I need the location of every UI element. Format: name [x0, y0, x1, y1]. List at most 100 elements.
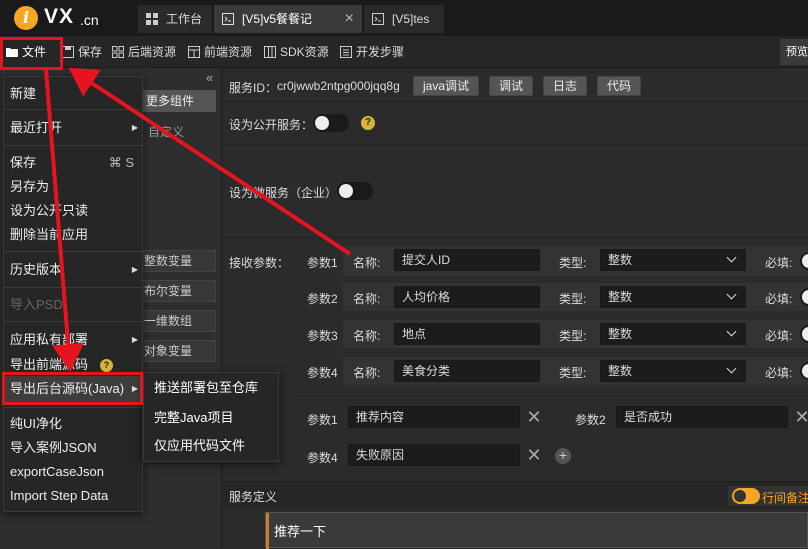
menu-export-frontend[interactable]: 导出前端源码? — [4, 354, 142, 376]
add-icon[interactable]: + — [555, 448, 571, 464]
tab-v5-tes[interactable]: [V5]tes — [364, 5, 444, 33]
menu-export-case[interactable]: exportCaseJson — [4, 461, 142, 483]
debug-button[interactable]: 调试 — [489, 76, 533, 96]
log-button[interactable]: 日志 — [543, 76, 587, 96]
save-button[interactable]: 保存 — [62, 44, 102, 60]
tab-label: [V5]v5餐餐记 — [242, 12, 313, 26]
chevron-down-icon — [726, 363, 737, 374]
menu-pure-ui[interactable]: 纯UI净化 — [4, 413, 142, 435]
menu-set-readonly[interactable]: 设为公开只读 — [4, 200, 142, 222]
grid-icon — [146, 13, 158, 25]
block-title: 推荐一下 — [274, 524, 327, 539]
chevron-right-icon: ▶ — [131, 335, 138, 344]
param-name-input[interactable]: 人均价格 — [394, 286, 540, 308]
file-label: 文件 — [22, 45, 47, 59]
param-type-select[interactable]: 整数 — [600, 249, 746, 271]
return-param-label: 参数2 — [575, 413, 606, 427]
param-type-select[interactable]: 整数 — [600, 360, 746, 382]
definition-bar — [223, 481, 808, 509]
param-label: 参数2 — [307, 292, 338, 306]
chevron-down-icon — [726, 326, 737, 337]
type-label: 类型: — [559, 256, 587, 270]
service-definition-label: 服务定义 — [229, 490, 278, 504]
param-type-select[interactable]: 整数 — [600, 323, 746, 345]
tab-label: [V5]tes — [392, 12, 430, 26]
required-label: 必填: — [765, 329, 793, 343]
menu-divider — [4, 407, 142, 408]
remove-icon[interactable]: ✕ — [523, 406, 545, 428]
return-param-input[interactable]: 是否成功 — [616, 406, 788, 428]
dev-steps-button[interactable]: 开发步骤 — [340, 44, 404, 60]
bool-var-tag[interactable]: 布尔变量 — [140, 280, 216, 302]
code-block[interactable]: 推荐一下 — [265, 512, 808, 549]
chevron-right-icon: ▶ — [131, 123, 138, 132]
toggle-knob — [802, 364, 808, 378]
help-icon[interactable]: ? — [361, 116, 375, 130]
sdk-label: SDK资源 — [280, 45, 329, 59]
chevron-right-icon: ▶ — [131, 384, 138, 393]
remove-icon[interactable]: ✕ — [523, 444, 545, 466]
menu-divider — [4, 321, 142, 322]
menu-recent[interactable]: 最近打开 ▶ — [4, 117, 142, 139]
service-editor: 服务ID： cr0jwwb2ntpg000jqq8g java调试 调试 日志 … — [223, 68, 808, 549]
frontend-resources-button[interactable]: 前端资源 — [188, 44, 252, 60]
microservice-toggle[interactable] — [337, 182, 373, 200]
row-note-label: 行间备注 — [762, 491, 808, 505]
menu-label: 历史版本 — [10, 262, 63, 277]
row-note-toggle[interactable]: 行间备注 — [728, 486, 808, 506]
logo-text: VX — [44, 5, 75, 28]
menu-import-step[interactable]: Import Step Data — [4, 485, 142, 507]
param-name-input[interactable]: 美食分类 — [394, 360, 540, 382]
name-label: 名称: — [353, 292, 381, 306]
param-type-select[interactable]: 整数 — [600, 286, 746, 308]
type-label: 类型: — [559, 329, 587, 343]
file-menu: 新建 最近打开 ▶ 保存 ⌘ S 另存为 设为公开只读 删除当前应用 历史版本 ▶ 导… — [3, 76, 143, 512]
more-components-button[interactable]: 更多组件 — [136, 90, 216, 112]
submenu-full-java[interactable]: 完整Java项目 — [144, 405, 278, 431]
menu-save[interactable]: 保存 ⌘ S — [4, 152, 142, 174]
service-id-value: cr0jwwb2ntpg000jqq8g — [277, 79, 400, 93]
submenu-code-only[interactable]: 仅应用代码文件 — [144, 433, 278, 459]
custom-label: 自定义 — [148, 125, 185, 139]
menu-import-case[interactable]: 导入案例JSON — [4, 437, 142, 459]
param-name-input[interactable]: 地点 — [394, 323, 540, 345]
collapse-icon[interactable]: « — [206, 70, 213, 85]
type-label: 类型: — [559, 366, 587, 380]
return-param-input[interactable]: 推荐内容 — [348, 406, 520, 428]
file-button[interactable]: 文件 — [6, 44, 46, 60]
return-param-label: 参数4 — [307, 451, 338, 465]
menu-delete[interactable]: 删除当前应用 — [4, 224, 142, 246]
return-param-input[interactable]: 失败原因 — [348, 444, 520, 466]
menu-label: 导出后台源码(Java) — [10, 381, 125, 396]
help-icon[interactable]: ? — [100, 359, 113, 372]
type-value: 整数 — [608, 327, 633, 341]
code-button[interactable]: 代码 — [597, 76, 641, 96]
logo-suffix: .cn — [80, 12, 99, 28]
layout-icon — [188, 46, 200, 58]
preview-button[interactable]: 预览 — [780, 39, 808, 65]
tab-v5-canji[interactable]: [V5]v5餐餐记 × — [214, 5, 362, 33]
menu-export-backend[interactable]: 导出后台源码(Java) ▶ — [4, 376, 142, 402]
tab-workbench[interactable]: 工作台 — [138, 5, 212, 33]
app-icon — [222, 13, 234, 25]
required-label: 必填: — [765, 366, 793, 380]
divider — [223, 396, 808, 397]
sdk-resources-button[interactable]: SDK资源 — [264, 44, 329, 60]
type-value: 整数 — [608, 253, 633, 267]
public-service-toggle[interactable] — [313, 114, 349, 132]
backend-resources-button[interactable]: 后端资源 — [112, 44, 176, 60]
array-tag[interactable]: 一维数组 — [140, 310, 216, 332]
folder-icon — [6, 48, 18, 57]
toggle-knob — [802, 290, 808, 304]
java-debug-button[interactable]: java调试 — [413, 76, 479, 96]
menu-private-deploy[interactable]: 应用私有部署 ▶ — [4, 329, 142, 351]
menu-new[interactable]: 新建 — [4, 83, 142, 105]
int-var-tag[interactable]: 整数变量 — [140, 250, 216, 272]
remove-icon[interactable]: ✕ — [791, 406, 808, 428]
submenu-push-repo[interactable]: 推送部署包至仓库 — [144, 375, 278, 401]
menu-history[interactable]: 历史版本 ▶ — [4, 259, 142, 281]
object-var-tag[interactable]: 对象变量 — [140, 340, 216, 362]
close-icon[interactable]: × — [345, 5, 354, 33]
param-name-input[interactable]: 提交人ID — [394, 249, 540, 271]
menu-save-as[interactable]: 另存为 — [4, 176, 142, 198]
